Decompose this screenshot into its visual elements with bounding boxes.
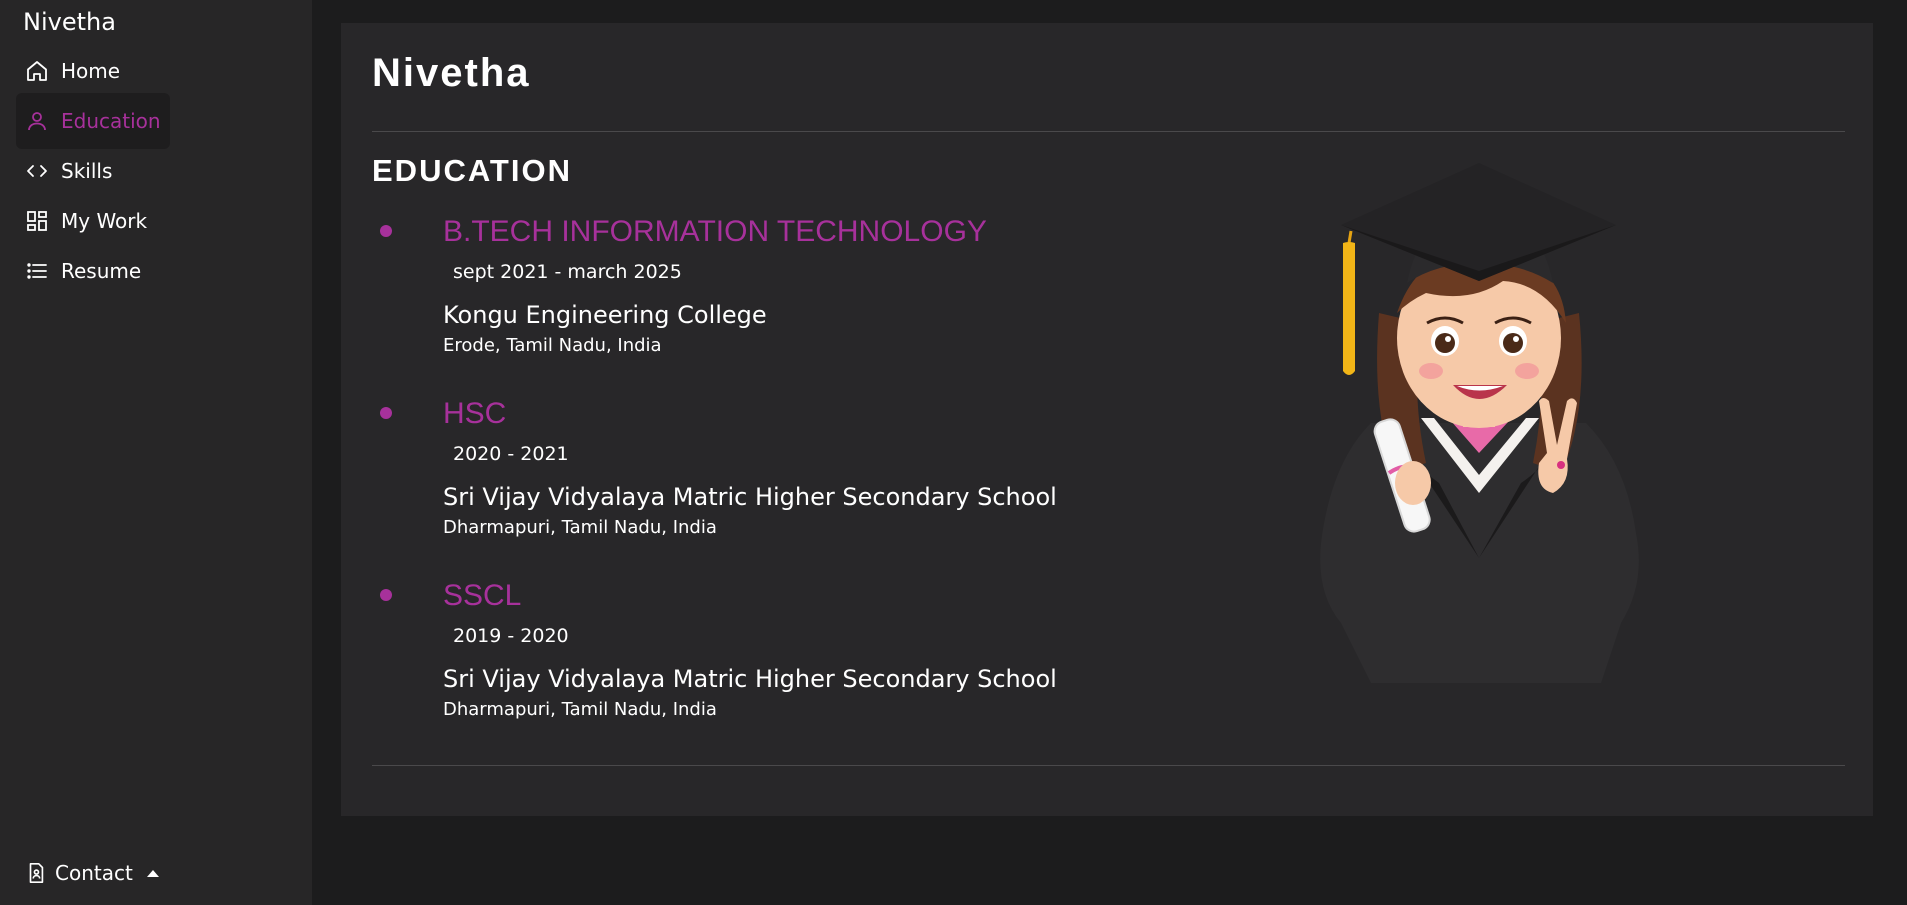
sidebar-item-education[interactable]: Education — [16, 93, 170, 149]
education-school: Kongu Engineering College — [443, 301, 767, 329]
page-title: Nivetha — [372, 51, 531, 95]
sidebar-item-my-work[interactable]: My Work — [16, 193, 156, 249]
education-location: Dharmapuri, Tamil Nadu, India — [443, 699, 717, 720]
education-location: Dharmapuri, Tamil Nadu, India — [443, 517, 717, 538]
sidebar: Nivetha Home Education Skills My Work Re… — [0, 0, 312, 905]
sidebar-item-skills[interactable]: Skills — [16, 143, 121, 199]
contact-card-icon — [29, 863, 44, 883]
education-card: Nivetha EDUCATION B.TECH INFORMATION TEC… — [341, 23, 1873, 816]
education-dates: 2019 - 2020 — [453, 625, 569, 647]
education-location: Erode, Tamil Nadu, India — [443, 335, 662, 356]
contact-button[interactable]: Contact — [16, 856, 168, 890]
education-dates: 2020 - 2021 — [453, 443, 569, 465]
sidebar-item-label: Skills — [61, 159, 113, 183]
education-school: Sri Vijay Vidyalaya Matric Higher Second… — [443, 665, 1057, 693]
caret-up-icon — [146, 869, 159, 877]
code-icon — [27, 165, 47, 177]
education-dates: sept 2021 - march 2025 — [453, 261, 682, 283]
home-icon — [27, 61, 47, 81]
graduate-girl-illustration — [1320, 163, 1639, 683]
sidebar-item-label: Home — [61, 59, 121, 83]
app-root: Nivetha Home Education Skills My Work Re… — [0, 0, 1907, 905]
divider — [372, 765, 1845, 766]
bullet-dot — [380, 225, 392, 237]
brand-name[interactable]: Nivetha — [23, 8, 116, 36]
education-degree: SSCL — [443, 579, 522, 612]
bullet-dot — [380, 589, 392, 601]
sidebar-item-home[interactable]: Home — [16, 43, 129, 99]
sidebar-item-label: Resume — [61, 259, 142, 283]
sidebar-item-resume[interactable]: Resume — [16, 243, 150, 299]
sidebar-item-label: My Work — [61, 209, 148, 233]
sidebar-item-label: Education — [61, 109, 161, 133]
education-school: Sri Vijay Vidyalaya Matric Higher Second… — [443, 483, 1057, 511]
dashboard-icon — [27, 211, 47, 231]
divider — [372, 131, 1845, 132]
education-degree: B.TECH INFORMATION TECHNOLOGY — [443, 215, 987, 248]
education-degree: HSC — [443, 397, 507, 430]
bullet-dot — [380, 407, 392, 419]
list-icon — [27, 263, 47, 279]
section-heading: EDUCATION — [372, 153, 572, 188]
contact-label: Contact — [55, 861, 133, 885]
person-icon — [28, 112, 46, 131]
